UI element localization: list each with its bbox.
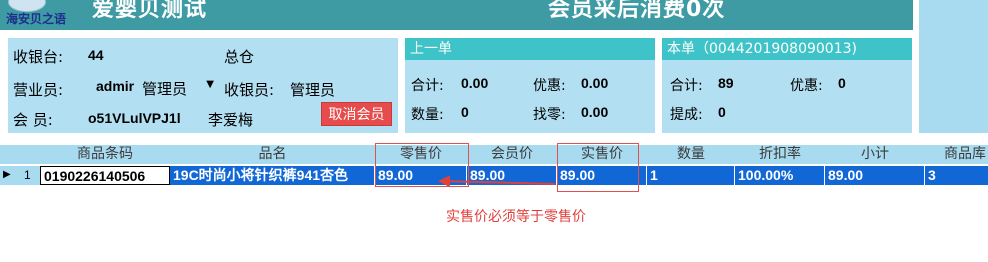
- member-name: 李爱梅: [208, 111, 254, 129]
- col-header-subtotal[interactable]: 小计: [825, 145, 925, 164]
- cur-discount-value: 0: [838, 75, 846, 91]
- product-grid: 商品条码 品名 零售价 会员价 实售价 数量 折扣率 小计 商品库 ▶ 1 01…: [0, 145, 988, 185]
- current-order-title: 本单（0044201908090013): [662, 38, 912, 60]
- prev-discount-value: 0.00: [581, 75, 609, 91]
- cell-barcode[interactable]: 0190226140506: [40, 166, 170, 185]
- salesperson-role: 管理员: [142, 80, 188, 98]
- prev-qty-value: 0: [461, 104, 469, 120]
- register-value: 44: [88, 47, 104, 63]
- previous-order-panel: 上一单 合计: 0.00 优惠: 0.00 数量: 0 找零: 0.00: [405, 38, 655, 133]
- col-header-member-price[interactable]: 会员价: [467, 145, 557, 164]
- right-side-pane: [919, 0, 988, 133]
- col-header-stock[interactable]: 商品库: [925, 145, 988, 164]
- header-banner: 海安贝之语 爱婴贝测试 会员采后消费0次: [0, 0, 913, 30]
- prev-discount-label: 优惠:: [533, 78, 566, 94]
- current-order-panel: 本单（0044201908090013) 合计: 89 优惠: 0 提成: 0: [662, 38, 912, 133]
- cur-commission-value: 0: [718, 104, 726, 120]
- session-info-panel: 收银台: 44 总仓 营业员: admir 管理员 ▼ 收银员: 管理员 会 员…: [8, 38, 398, 133]
- col-header-name[interactable]: 品名: [170, 145, 375, 164]
- col-header-barcode[interactable]: 商品条码: [40, 145, 170, 164]
- logo-text: 海安贝之语: [6, 12, 67, 26]
- cancel-member-button[interactable]: 取消会员: [321, 102, 392, 126]
- prev-change-value: 0.00: [581, 104, 609, 120]
- cur-discount-label: 优惠:: [790, 78, 823, 94]
- row-header[interactable]: ▶ 1: [0, 166, 40, 185]
- annotation-note: 实售价必须等于零售价: [446, 209, 586, 225]
- cell-quantity[interactable]: 1: [647, 166, 735, 185]
- row-number: 1: [24, 168, 31, 182]
- cell-product-name[interactable]: 19C时尚小将针织裤941杏色: [170, 166, 375, 185]
- warehouse-label: 总仓: [224, 48, 255, 66]
- cashier-value: 管理员: [290, 81, 336, 99]
- retail-price-highlight-box: [375, 143, 469, 187]
- salesperson-value: admir: [96, 78, 135, 94]
- salesperson-label: 营业员:: [13, 81, 64, 99]
- col-header-discount-rate[interactable]: 折扣率: [735, 145, 825, 164]
- cur-commission-label: 提成:: [670, 107, 703, 123]
- chevron-down-icon[interactable]: ▼: [206, 79, 214, 90]
- logo: 海安贝之语: [0, 0, 82, 30]
- cashier-label: 收银员:: [224, 81, 275, 99]
- col-header-quantity[interactable]: 数量: [647, 145, 735, 164]
- cell-subtotal[interactable]: 89.00: [825, 166, 925, 185]
- prev-total-label: 合计:: [411, 78, 444, 94]
- current-row-arrow-icon: ▶: [3, 169, 11, 180]
- previous-order-title: 上一单: [405, 38, 655, 60]
- cell-stock[interactable]: 3: [925, 166, 988, 185]
- prev-total-value: 0.00: [461, 75, 489, 91]
- salesperson-select[interactable]: admir 管理员 ▼: [96, 78, 214, 98]
- register-label: 收银台:: [13, 48, 64, 66]
- actual-price-highlight-box: [557, 143, 639, 192]
- prev-qty-label: 数量:: [411, 107, 444, 123]
- cur-total-value: 89: [718, 75, 734, 91]
- prev-change-label: 找零:: [533, 107, 566, 123]
- cell-member-price[interactable]: 89.00: [467, 166, 557, 185]
- store-title: 爱婴贝测试: [92, 0, 208, 22]
- cell-discount-rate[interactable]: 100.00%: [735, 166, 825, 185]
- member-id: o51VLulVPJ1l: [88, 110, 181, 126]
- cur-total-label: 合计:: [670, 78, 703, 94]
- member-label: 会 员:: [13, 111, 53, 129]
- member-consumption-status: 会员采后消费0次: [548, 0, 726, 22]
